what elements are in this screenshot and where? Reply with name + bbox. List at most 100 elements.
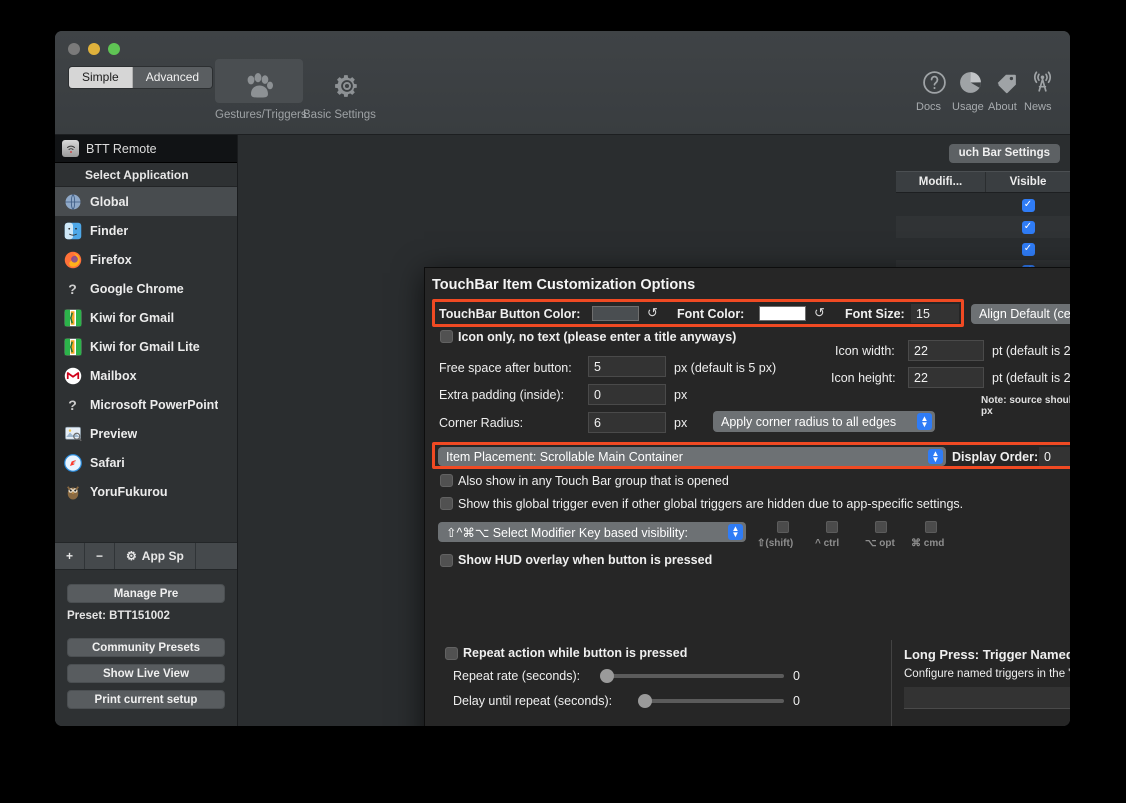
- app-list-item-label: Kiwi for Gmail Lite: [90, 339, 200, 354]
- text-alignment-select[interactable]: Align Default (center text) ▲▼: [971, 304, 1070, 324]
- app-list-item-label: Firefox: [90, 252, 132, 267]
- long-press-named-trigger-input[interactable]: [904, 687, 1070, 709]
- toolbar-news[interactable]: News: [1024, 67, 1060, 113]
- app-specific-button[interactable]: ⚙ App Sp: [115, 543, 196, 569]
- sidebar-buttons: Manage Pre Preset: BTT151002 Community P…: [55, 570, 237, 726]
- column-header-modifiers[interactable]: Modifi...: [896, 172, 986, 192]
- column-header-visible[interactable]: Visible: [986, 172, 1070, 192]
- touchbar-button-color-swatch[interactable]: [592, 306, 639, 321]
- free-space-label: Free space after button:: [439, 361, 572, 375]
- repeat-action-label: Repeat action while button is pressed: [463, 646, 688, 660]
- finder-icon: [63, 221, 82, 240]
- toolbar-tabs: Gestures/Triggers Basic Settings: [215, 59, 391, 121]
- table-row[interactable]: ✓: [896, 216, 1070, 238]
- sidebar: BTT Remote Select Application Global Find…: [55, 135, 238, 726]
- delay-slider-knob[interactable]: [638, 694, 652, 708]
- toolbar-usage[interactable]: Usage: [952, 67, 988, 113]
- print-current-setup-button[interactable]: Print current setup: [67, 690, 225, 709]
- visible-checkbox-cell[interactable]: ✓: [986, 194, 1070, 216]
- modifier-visibility-value: ⇧^⌘⌥ Select Modifier Key based visibilit…: [446, 525, 688, 540]
- display-order-input[interactable]: 0: [1039, 447, 1070, 466]
- tab-basic-settings[interactable]: Basic Settings: [303, 59, 391, 121]
- toolbar-docs-label: Docs: [916, 101, 942, 113]
- touch-bar-settings-button[interactable]: uch Bar Settings: [948, 144, 1060, 163]
- corner-radius-mode-select[interactable]: Apply corner radius to all edges ▲ ▼: [713, 411, 935, 432]
- checkmark-icon[interactable]: ✓: [1021, 198, 1035, 212]
- corner-radius-input[interactable]: 6: [588, 412, 666, 433]
- corner-radius-unit: px: [674, 416, 688, 430]
- app-specific-label: App Sp: [141, 549, 184, 563]
- close-button[interactable]: [68, 43, 80, 55]
- btt-remote-icon: [62, 140, 79, 157]
- modifier-visibility-select[interactable]: ⇧^⌘⌥ Select Modifier Key based visibilit…: [438, 522, 746, 542]
- add-app-button[interactable]: +: [55, 543, 86, 569]
- title-bar: Simple Advanced Gestures/Triggers Basic …: [55, 31, 1070, 135]
- app-list-item[interactable]: Kiwi for Gmail: [55, 303, 237, 332]
- maximize-button[interactable]: [108, 43, 120, 55]
- app-list-item[interactable]: ? Google Chrome: [55, 274, 237, 303]
- checkmark-icon[interactable]: ✓: [1021, 242, 1035, 256]
- reset-font-color-icon[interactable]: ↺: [814, 305, 825, 321]
- toolbar-right-actions: Docs Usage About News: [916, 67, 1060, 113]
- font-size-input[interactable]: 15: [911, 304, 959, 323]
- app-list-item[interactable]: YoruFukurou: [55, 477, 237, 506]
- dialog-title: TouchBar Item Customization Options: [432, 277, 696, 293]
- sidebar-footer-bar: + − ⚙ App Sp: [55, 542, 237, 570]
- toolbar-docs[interactable]: Docs: [916, 67, 952, 113]
- extra-padding-input[interactable]: 0: [588, 384, 666, 405]
- modifier-ctrl-label: ^ ctrl: [815, 538, 840, 549]
- community-presets-button[interactable]: Community Presets: [67, 638, 225, 657]
- pie-chart-icon: [952, 67, 988, 97]
- table-row[interactable]: ✓: [896, 194, 1070, 216]
- show-hud-checkbox[interactable]: [440, 554, 453, 567]
- visible-checkbox-cell[interactable]: ✓: [986, 216, 1070, 238]
- app-list-item[interactable]: Kiwi for Gmail Lite: [55, 332, 237, 361]
- toolbar-about[interactable]: About: [988, 67, 1024, 113]
- manage-presets-button[interactable]: Manage Pre: [67, 584, 225, 603]
- font-color-swatch[interactable]: [759, 306, 806, 321]
- segment-simple[interactable]: Simple: [69, 67, 133, 88]
- modifier-ctrl-checkbox[interactable]: [826, 521, 838, 533]
- owl-icon: [63, 482, 82, 501]
- visible-checkbox-cell[interactable]: ✓: [986, 238, 1070, 260]
- app-list-item[interactable]: Preview: [55, 419, 237, 448]
- repeat-rate-slider-knob[interactable]: [600, 669, 614, 683]
- icon-width-unit: pt (default is 22 pt): [992, 344, 1070, 358]
- show-global-trigger-checkbox[interactable]: [440, 497, 453, 510]
- repeat-rate-slider-track[interactable]: [601, 674, 784, 678]
- font-color-label: Font Color:: [677, 307, 745, 321]
- modifier-cmd-checkbox[interactable]: [925, 521, 937, 533]
- question-icon: ?: [68, 280, 77, 297]
- free-space-input[interactable]: 5: [588, 356, 666, 377]
- segment-advanced[interactable]: Advanced: [132, 67, 213, 88]
- remove-app-button[interactable]: −: [85, 543, 116, 569]
- app-window: Simple Advanced Gestures/Triggers Basic …: [55, 31, 1070, 726]
- reset-button-color-icon[interactable]: ↺: [647, 305, 658, 321]
- kiwi-icon: [63, 308, 82, 327]
- app-list-item[interactable]: Mailbox: [55, 361, 237, 390]
- modifier-shift-checkbox[interactable]: [777, 521, 789, 533]
- item-placement-value: Item Placement: Scrollable Main Containe…: [446, 449, 683, 464]
- show-live-view-button[interactable]: Show Live View: [67, 664, 225, 683]
- app-list-item-label: Mailbox: [90, 368, 137, 383]
- app-list-item[interactable]: Safari: [55, 448, 237, 477]
- btt-remote-row[interactable]: BTT Remote: [55, 135, 237, 163]
- mode-segmented-control[interactable]: Simple Advanced: [68, 66, 214, 89]
- icon-height-input[interactable]: 22: [908, 367, 984, 388]
- also-show-group-checkbox[interactable]: [440, 474, 453, 487]
- app-list-item[interactable]: Global: [55, 187, 237, 216]
- tab-gestures-triggers[interactable]: Gestures/Triggers: [215, 59, 307, 121]
- item-placement-select[interactable]: Item Placement: Scrollable Main Containe…: [438, 447, 946, 466]
- app-list-item[interactable]: Finder: [55, 216, 237, 245]
- table-row[interactable]: ✓: [896, 238, 1070, 260]
- app-list-item-label: Microsoft PowerPoint: [90, 397, 219, 412]
- app-list-item[interactable]: ? Microsoft PowerPoint: [55, 390, 237, 419]
- repeat-action-checkbox[interactable]: [445, 647, 458, 660]
- minimize-button[interactable]: [88, 43, 100, 55]
- icon-width-input[interactable]: 22: [908, 340, 984, 361]
- icon-only-checkbox[interactable]: [440, 330, 453, 343]
- modifier-opt-checkbox[interactable]: [875, 521, 887, 533]
- checkmark-icon[interactable]: ✓: [1021, 220, 1035, 234]
- delay-slider-track[interactable]: [639, 699, 784, 703]
- app-list-item[interactable]: Firefox: [55, 245, 237, 274]
